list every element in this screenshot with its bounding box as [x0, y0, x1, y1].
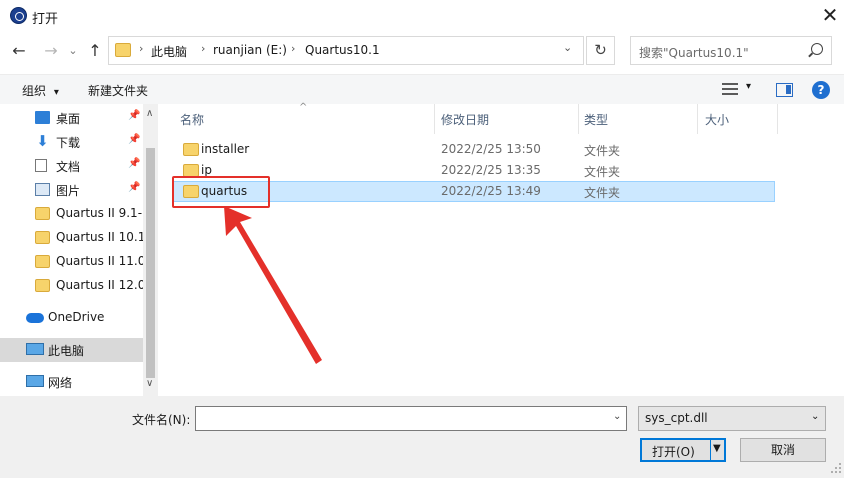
- filetype-value: sys_cpt.dll: [645, 411, 708, 425]
- resize-grip-icon[interactable]: [830, 462, 842, 474]
- chevron-down-icon: ⌄: [811, 411, 820, 422]
- open-label: 打开(O): [652, 445, 695, 459]
- open-options-dropdown[interactable]: ▼: [713, 443, 721, 454]
- bottom-panel: 文件名(N): ⌄ sys_cpt.dll ⌄ 打开(O) ▼ 取消: [0, 396, 844, 478]
- filename-input[interactable]: ⌄: [195, 406, 627, 431]
- filetype-select[interactable]: sys_cpt.dll ⌄: [638, 406, 826, 431]
- open-button[interactable]: 打开(O) ▼: [640, 438, 726, 462]
- cancel-button[interactable]: 取消: [740, 438, 826, 462]
- chevron-down-icon[interactable]: ⌄: [613, 411, 621, 422]
- split-divider: [710, 440, 711, 460]
- filename-label: 文件名(N):: [132, 413, 191, 427]
